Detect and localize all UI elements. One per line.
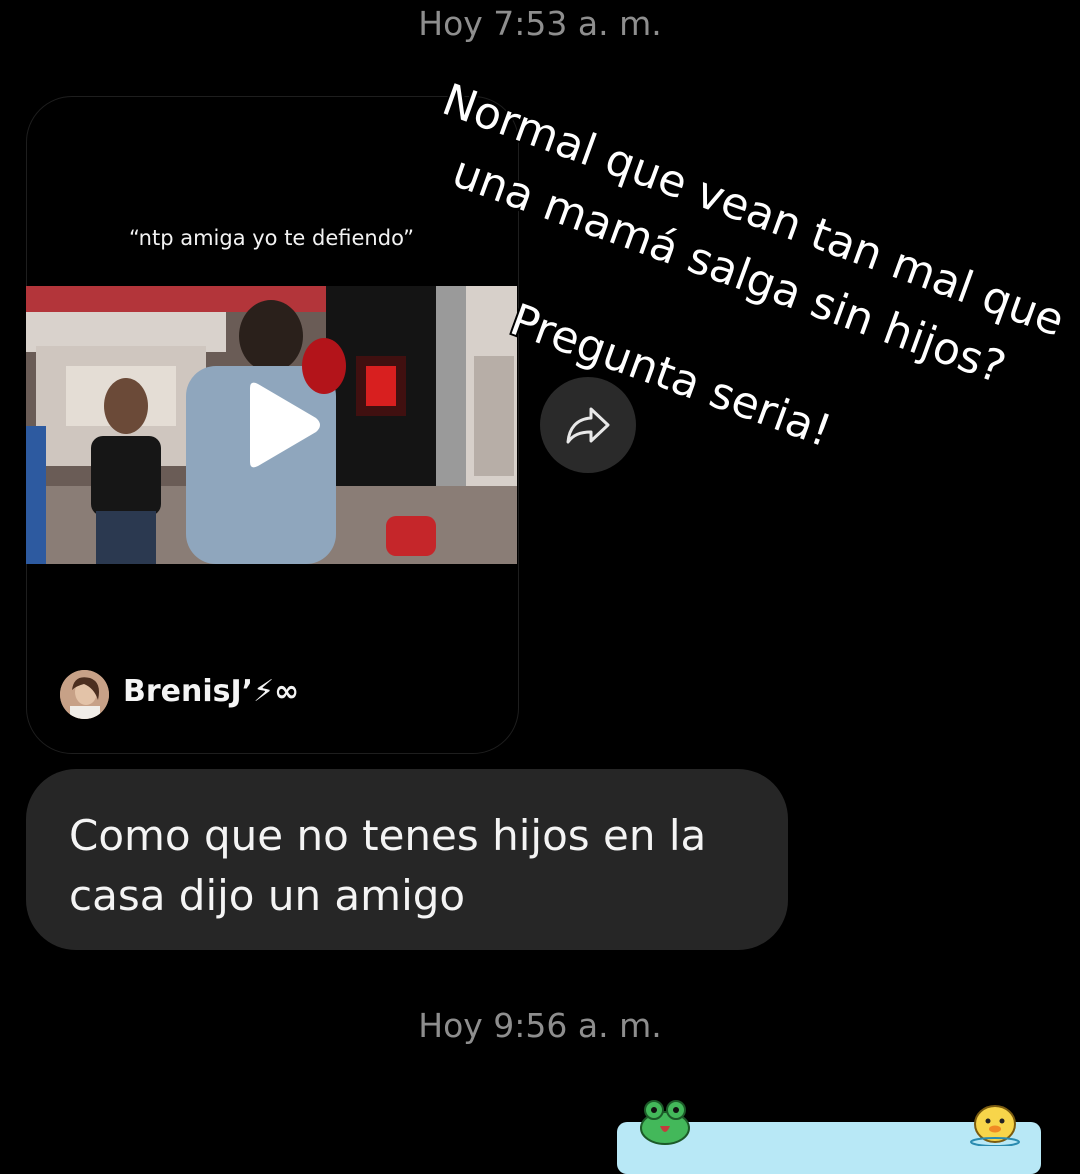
timestamp-top: Hoy 7:53 a. m. — [418, 4, 662, 43]
duck-sticker-icon[interactable] — [968, 1100, 1022, 1146]
reel-caption: “ntp amiga yo te defiendo” — [128, 226, 415, 250]
frog-sticker-icon[interactable] — [638, 1098, 692, 1146]
play-icon[interactable] — [242, 380, 322, 470]
author-avatar[interactable] — [60, 670, 109, 719]
message-text: Como que no tenes hijos en la casa dijo … — [69, 811, 707, 920]
message-bubble[interactable]: Como que no tenes hijos en la casa dijo … — [26, 769, 788, 950]
timestamp-bottom: Hoy 9:56 a. m. — [418, 1006, 662, 1045]
share-button[interactable] — [540, 377, 636, 473]
author-username[interactable]: BrenisJ’⚡∞ — [123, 674, 299, 709]
avatar-image — [60, 670, 109, 719]
share-icon — [566, 407, 610, 444]
